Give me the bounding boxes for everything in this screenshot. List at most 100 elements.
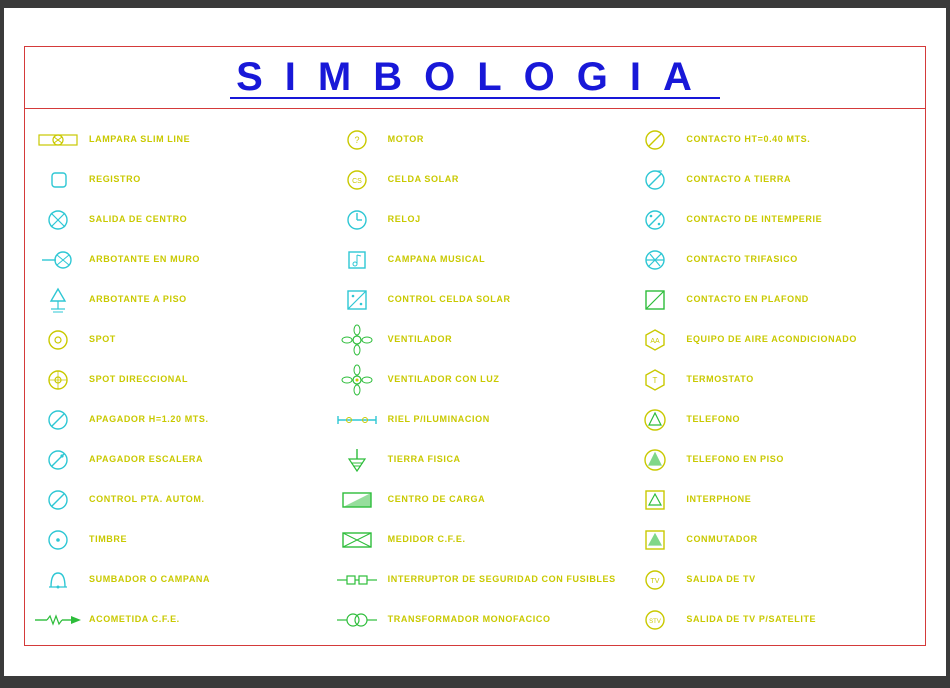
legend-row: TELEFONO [628,401,919,438]
legend-label: TELEFONO [682,414,740,425]
legend-label: CONTROL PTA. AUTOM. [85,494,205,505]
centro-carga-icon [330,483,384,517]
legend-label: CENTRO DE CARGA [384,494,486,505]
legend-row: TELEFONO EN PISO [628,441,919,478]
legend-label: MEDIDOR C.F.E. [384,534,466,545]
celda-solar-icon: CS [330,163,384,197]
legend-label: CONMUTADOR [682,534,757,545]
legend-row: ACOMETIDA C.F.E. [31,601,322,638]
legend-row: INTERRUPTOR DE SEGURIDAD CON FUSIBLES [330,561,621,598]
legend-row: STV SALIDA DE TV P/SATELITE [628,601,919,638]
legend-column: LAMPARA SLIM LINE REGISTRO SALIDA DE CENTR… [31,121,322,639]
legend-label: CONTACTO A TIERRA [682,174,791,185]
legend-row: VENTILADOR [330,321,621,358]
legend-label: MOTOR [384,134,424,145]
legend-row: CSCELDA SOLAR [330,161,621,198]
tierra-icon [330,443,384,477]
legend-row: CONTACTO HT=0.40 mts. [628,121,919,158]
legend-label: ARBOTANTE A PISO [85,294,187,305]
control-pta-icon [31,483,85,517]
apagador-icon [31,403,85,437]
registro-icon [31,163,85,197]
spot-dir-icon [31,363,85,397]
svg-text:AA: AA [651,338,661,345]
motor-icon: ? [330,123,384,157]
salida-centro-icon [31,203,85,237]
riel-icon [330,403,384,437]
salida-tv-icon: TV [628,563,682,597]
legend-label: VENTILADOR CON LUZ [384,374,500,385]
legend-label: SALIDA DE TV P/SATELITE [682,614,816,625]
legend-row: T TERMOSTATO [628,361,919,398]
legend-label: TIMBRE [85,534,127,545]
legend-label: SALIDA DE CENTRO [85,214,187,225]
legend-row: RELOJ [330,201,621,238]
legend-label: TIERRA FISICA [384,454,461,465]
legend-row: SPOT DIRECCIONAL [31,361,322,398]
legend-row: CONTACTO A TIERRA [628,161,919,198]
legend-label: TRANSFORMADOR MONOFACICO [384,614,551,625]
legend-row: CONTACTO EN PLAFOND [628,281,919,318]
reloj-icon [330,203,384,237]
title-box: SIMBOLOGIA [25,47,925,109]
legend-label: SPOT DIRECCIONAL [85,374,188,385]
legend-label: CONTACTO DE INTEMPERIE [682,214,822,225]
legend-label: INTERPHONE [682,494,751,505]
svg-text:STV: STV [650,619,662,625]
legend-row: TRANSFORMADOR MONOFACICO [330,601,621,638]
contacto-ht-icon [628,123,682,157]
spot-icon [31,323,85,357]
legend-row: CONTROL CELDA SOLAR [330,281,621,318]
timbre-icon [31,523,85,557]
legend-label: APAGADOR h=1.20 mts. [85,414,209,425]
legend-label: CELDA SOLAR [384,174,459,185]
legend-label: ACOMETIDA C.F.E. [85,614,180,625]
interruptor-icon [330,563,384,597]
legend-row: REGISTRO [31,161,322,198]
legend-row: TVSALIDA DE TV [628,561,919,598]
legend-label: APAGADOR ESCALERA [85,454,203,465]
legend-row: APAGADOR ESCALERA [31,441,322,478]
legend-label: SPOT [85,334,116,345]
drawing-canvas: SIMBOLOGIA LAMPARA SLIM LINE REGISTRO SALI… [4,8,946,676]
legend-frame: SIMBOLOGIA LAMPARA SLIM LINE REGISTRO SALI… [24,46,926,646]
conmutador-icon [628,523,682,557]
svg-text:T: T [653,376,658,385]
legend-grid: LAMPARA SLIM LINE REGISTRO SALIDA DE CENTR… [31,121,919,639]
legend-column: CONTACTO HT=0.40 mts. CONTACTO A TIERRA CO… [628,121,919,639]
legend-label: TERMOSTATO [682,374,754,385]
ventilador-luz-icon [330,363,384,397]
ventilador-icon [330,323,384,357]
sumbador-icon [31,563,85,597]
salida-tv-sat-icon: STV [628,603,682,637]
legend-label: SUMBADOR O CAMPANA [85,574,210,585]
campana-music-icon [330,243,384,277]
transformador-icon [330,603,384,637]
legend-row: RIEL P/ILUMINACION [330,401,621,438]
legend-row: CENTRO DE CARGA [330,481,621,518]
legend-label: CONTROL CELDA SOLAR [384,294,511,305]
legend-label: VENTILADOR [384,334,453,345]
legend-label: LAMPARA SLIM LINE [85,134,190,145]
legend-row: TIERRA FISICA [330,441,621,478]
control-celda-icon [330,283,384,317]
legend-row: ARBOTANTE EN MURO [31,241,322,278]
legend-label: EQUIPO DE AIRE ACONDICIONADO [682,334,857,345]
legend-row: CONTROL PTA. AUTOM. [31,481,322,518]
aire-acond-icon: AA [628,323,682,357]
legend-label: REGISTRO [85,174,141,185]
svg-text:?: ? [354,135,359,145]
telefono-icon [628,403,682,437]
legend-row: CONTACTO DE INTEMPERIE [628,201,919,238]
legend-row: MEDIDOR C.F.E. [330,521,621,558]
legend-row: CONTACTO TRIFASICO [628,241,919,278]
contacto-tierra-icon [628,163,682,197]
apagador-esc-icon [31,443,85,477]
legend-row: SUMBADOR O CAMPANA [31,561,322,598]
contacto-trif-icon [628,243,682,277]
lamp-slim-icon [31,123,85,157]
legend-label: TELEFONO EN PISO [682,454,784,465]
legend-label: INTERRUPTOR DE SEGURIDAD CON FUSIBLES [384,574,616,585]
legend-row: INTERPHONE [628,481,919,518]
legend-row: AA EQUIPO DE AIRE ACONDICIONADO [628,321,919,358]
